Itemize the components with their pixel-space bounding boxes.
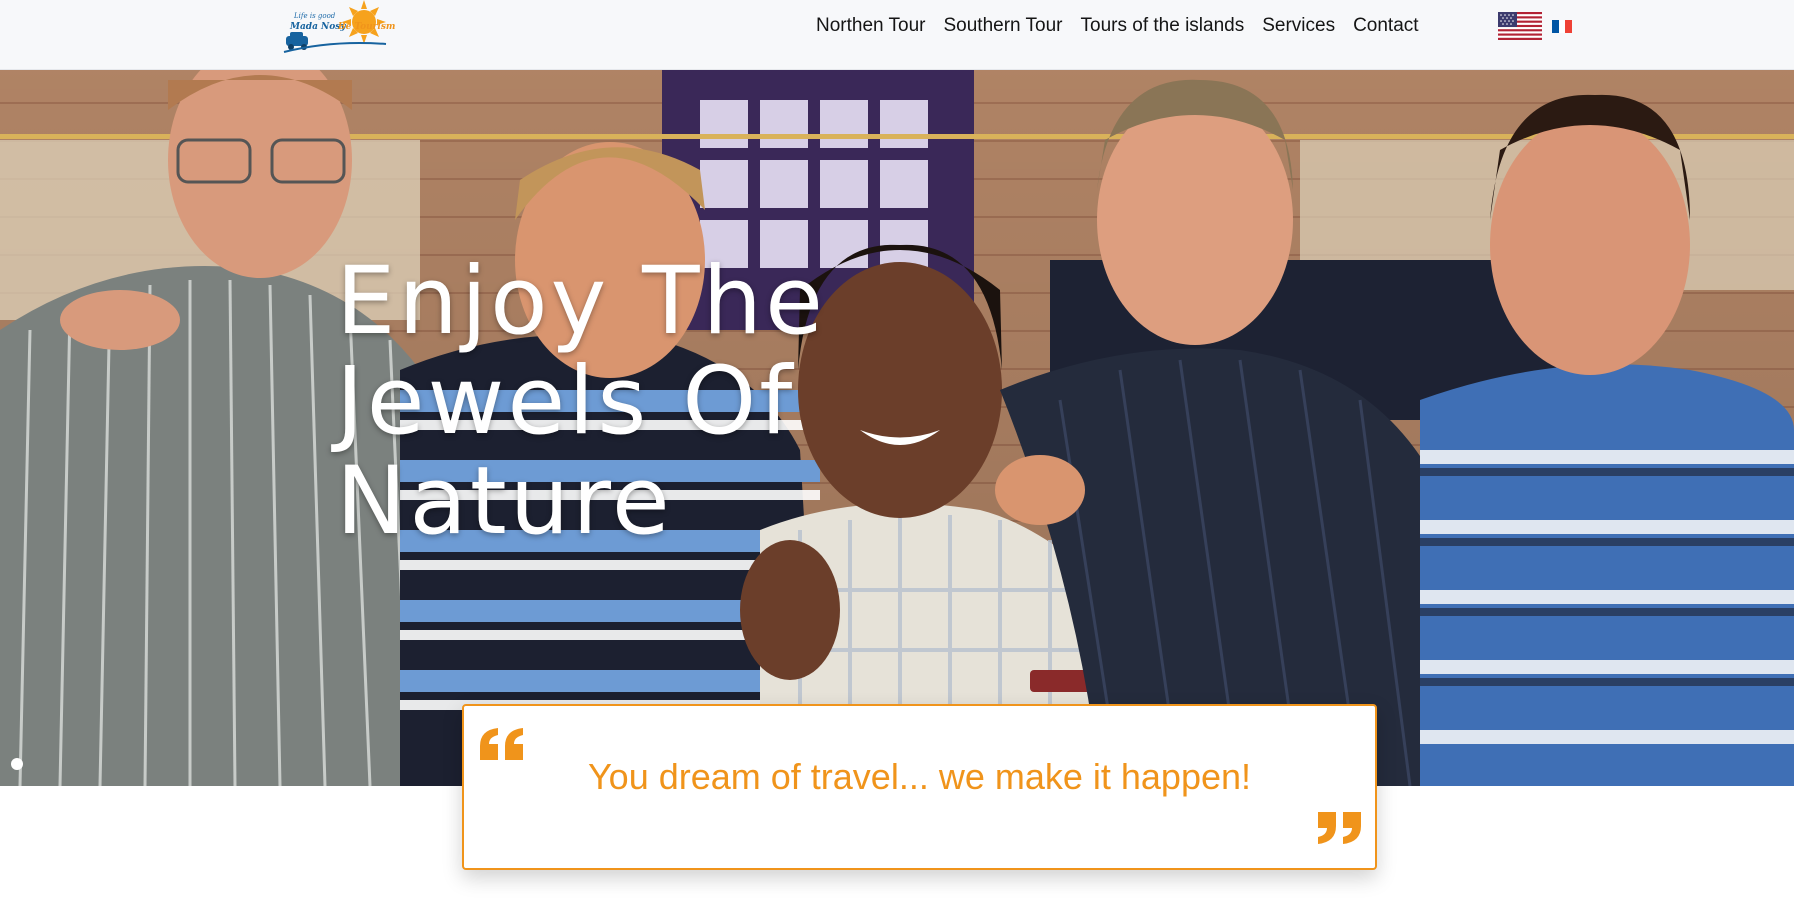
us-flag-icon[interactable]: [1498, 12, 1542, 40]
logo-tagline: Life is good: [294, 12, 336, 20]
nav-northen-tour[interactable]: Northen Tour: [807, 14, 935, 38]
hero-headline-line: Nature: [336, 447, 673, 556]
nav-southern-tour[interactable]: Southern Tour: [935, 14, 1072, 38]
site-header: Life is good Mada Nosy Be Tourism Northe…: [0, 0, 1794, 70]
language-switcher: [1498, 12, 1573, 40]
quote-close-icon: [1318, 812, 1361, 844]
main-nav: Northen Tour Southern Tour Tours of the …: [807, 14, 1428, 38]
nav-tours-of-the-islands[interactable]: Tours of the islands: [1072, 14, 1254, 38]
hero-headline: Enjoy The Jewels Of Nature: [336, 252, 896, 552]
nav-contact[interactable]: Contact: [1344, 14, 1427, 38]
hero-headline-line: Jewels Of: [336, 347, 796, 456]
slider-dot-active[interactable]: [11, 758, 23, 770]
fr-flag-icon[interactable]: [1552, 19, 1573, 33]
nav-services[interactable]: Services: [1253, 14, 1344, 38]
tagline-quote-box: You dream of travel... we make it happen…: [462, 704, 1377, 870]
hero-headline-line: Enjoy The: [336, 247, 826, 356]
tagline-text: You dream of travel... we make it happen…: [587, 756, 1252, 797]
hero-photo: [0, 70, 1794, 786]
hero-slider: Enjoy The Jewels Of Nature: [0, 70, 1794, 786]
logo-brand-secondary: Be Tourism: [338, 22, 396, 32]
site-logo[interactable]: Life is good Mada Nosy Be Tourism: [282, 0, 395, 58]
